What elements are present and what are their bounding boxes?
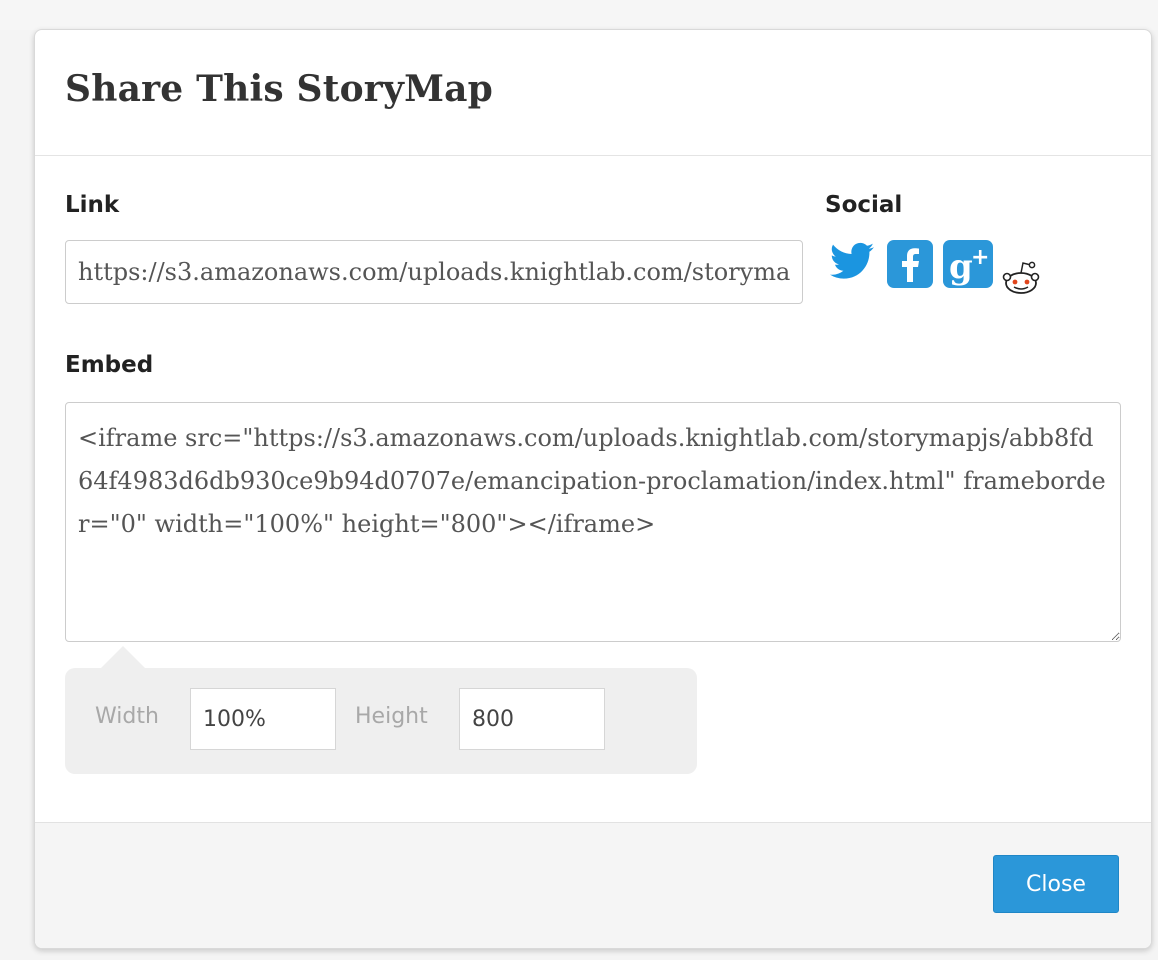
height-input[interactable] bbox=[459, 688, 605, 750]
dialog-footer: Close bbox=[35, 822, 1151, 948]
embed-label: Embed bbox=[65, 352, 154, 378]
social-icons: g + bbox=[825, 238, 1041, 308]
svg-text:+: + bbox=[971, 245, 989, 270]
share-dialog: Share This StoryMap Link Social bbox=[34, 29, 1152, 949]
width-input[interactable] bbox=[190, 688, 336, 750]
link-label: Link bbox=[65, 192, 120, 218]
twitter-icon[interactable] bbox=[825, 238, 879, 291]
link-field[interactable] bbox=[65, 240, 803, 304]
dialog-body: Link Social g + bbox=[35, 156, 1151, 824]
google-plus-icon[interactable]: g + bbox=[941, 238, 995, 295]
dialog-header: Share This StoryMap bbox=[35, 30, 1151, 156]
page-background bbox=[0, 0, 1158, 30]
social-label: Social bbox=[825, 192, 903, 218]
reddit-icon[interactable] bbox=[1001, 256, 1041, 301]
width-label: Width bbox=[95, 704, 159, 729]
dialog-title: Share This StoryMap bbox=[65, 68, 494, 110]
facebook-icon[interactable] bbox=[885, 238, 935, 295]
height-label: Height bbox=[355, 704, 428, 729]
embed-size-panel: Width Height bbox=[65, 646, 697, 774]
close-button[interactable]: Close bbox=[993, 855, 1119, 913]
svg-text:g: g bbox=[949, 247, 973, 287]
embed-code-field[interactable]: <iframe src="https://s3.amazonaws.com/up… bbox=[65, 402, 1121, 642]
